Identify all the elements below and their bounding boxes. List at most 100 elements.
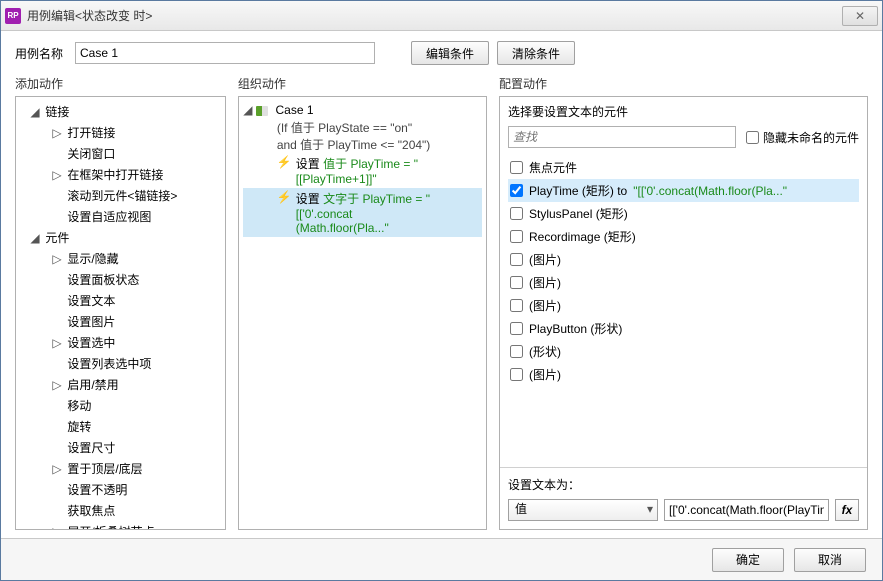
tree-action-item[interactable]: ▷ 打开链接 bbox=[18, 122, 223, 143]
close-button[interactable]: ✕ bbox=[842, 6, 878, 26]
widget-checkbox[interactable] bbox=[510, 276, 523, 289]
tree-action-item[interactable]: • 设置不透明 bbox=[18, 479, 223, 500]
hide-unnamed-checkbox[interactable] bbox=[746, 131, 759, 144]
tree-action-item[interactable]: • 获取焦点 bbox=[18, 500, 223, 521]
widget-checkbox[interactable] bbox=[510, 322, 523, 335]
app-icon: RP bbox=[5, 8, 21, 24]
tree-action-label: 设置文本 bbox=[65, 293, 117, 309]
cancel-button[interactable]: 取消 bbox=[794, 548, 866, 572]
configure-action-panel: 选择要设置文本的元件 隐藏未命名的元件 焦点元件 PlayTime (矩形) to… bbox=[499, 96, 868, 530]
case-name-row: 用例名称 编辑条件 清除条件 bbox=[1, 31, 882, 75]
caret-spacer: • bbox=[52, 483, 62, 497]
widget-label: (图片) bbox=[529, 251, 561, 268]
tree-action-item[interactable]: • 设置尺寸 bbox=[18, 437, 223, 458]
tree-action-item[interactable]: ▷ 在框架中打开链接 bbox=[18, 164, 223, 185]
hide-unnamed-toggle[interactable]: 隐藏未命名的元件 bbox=[746, 129, 859, 146]
widget-checkbox-row[interactable]: Recordimage (矩形) bbox=[508, 225, 859, 248]
tree-action-item[interactable]: • 旋转 bbox=[18, 416, 223, 437]
expand-caret-icon[interactable]: ◢ bbox=[243, 103, 253, 117]
expand-caret-icon[interactable]: ▷ bbox=[52, 126, 62, 140]
cfg-header: 选择要设置文本的元件 bbox=[500, 97, 867, 126]
caret-spacer: • bbox=[52, 399, 62, 413]
ok-button[interactable]: 确定 bbox=[712, 548, 784, 572]
widget-checkbox[interactable] bbox=[510, 230, 523, 243]
caret-spacer: • bbox=[52, 189, 62, 203]
clear-condition-button[interactable]: 清除条件 bbox=[497, 41, 575, 65]
expand-caret-icon[interactable]: ◢ bbox=[30, 231, 40, 245]
widget-checkbox[interactable] bbox=[510, 345, 523, 358]
tree-group[interactable]: ◢ 元件 bbox=[18, 227, 223, 248]
organize-action-panel[interactable]: ◢ Case 1 (If 值于 PlayState == "on" and 值于… bbox=[238, 96, 487, 530]
org-condition-line: and 值于 PlayTime <= "204") bbox=[243, 136, 482, 153]
case-icon bbox=[256, 106, 268, 116]
caret-spacer: • bbox=[52, 273, 62, 287]
widget-checkbox[interactable] bbox=[510, 184, 523, 197]
widget-checkbox[interactable] bbox=[510, 253, 523, 266]
caret-spacer: • bbox=[52, 441, 62, 455]
close-icon: ✕ bbox=[855, 9, 865, 23]
titlebar: RP 用例编辑<状态改变 时> ✕ bbox=[1, 1, 882, 31]
widget-checkbox-row[interactable]: StylusPanel (矩形) bbox=[508, 202, 859, 225]
widget-label: Recordimage (矩形) bbox=[529, 228, 636, 245]
org-condition-line: (If 值于 PlayState == "on" bbox=[243, 119, 482, 136]
configure-action-label: 配置动作 bbox=[499, 75, 868, 92]
widget-label: (图片) bbox=[529, 297, 561, 314]
widget-label: StylusPanel (矩形) bbox=[529, 205, 628, 222]
widget-checkbox-row[interactable]: (图片) bbox=[508, 294, 859, 317]
widget-checkbox-row[interactable]: PlayTime (矩形) to "[['0'.concat(Math.floo… bbox=[508, 179, 859, 202]
tree-action-item[interactable]: • 设置文本 bbox=[18, 290, 223, 311]
tree-action-item[interactable]: • 设置自适应视图 bbox=[18, 206, 223, 227]
tree-action-item[interactable]: ▷ 置于顶层/底层 bbox=[18, 458, 223, 479]
widget-checkbox-row[interactable]: (图片) bbox=[508, 363, 859, 386]
widget-label: (图片) bbox=[529, 366, 561, 383]
caret-spacer: • bbox=[52, 315, 62, 329]
tree-action-item[interactable]: ▷ 设置选中 bbox=[18, 332, 223, 353]
widget-checkbox-row[interactable]: PlayButton (形状) bbox=[508, 317, 859, 340]
expand-caret-icon[interactable]: ▷ bbox=[52, 462, 62, 476]
tree-action-label: 移动 bbox=[65, 398, 93, 414]
org-action-set-text[interactable]: ⚡ 设置 文字于 PlayTime = "[['0'.concat (Math.… bbox=[243, 188, 482, 237]
tree-action-item[interactable]: • 设置列表选中项 bbox=[18, 353, 223, 374]
case-name-label: 用例名称 bbox=[15, 45, 63, 62]
expand-caret-icon[interactable]: ▷ bbox=[52, 378, 62, 392]
org-case-node[interactable]: ◢ Case 1 bbox=[243, 101, 482, 119]
tree-action-label: 置于顶层/底层 bbox=[65, 461, 144, 477]
tree-action-item[interactable]: • 关闭窗口 bbox=[18, 143, 223, 164]
bolt-icon: ⚡ bbox=[277, 190, 292, 204]
tree-action-item[interactable]: ▷ 启用/禁用 bbox=[18, 374, 223, 395]
org-action-set-value[interactable]: ⚡ 设置 值于 PlayTime = "[[PlayTime+1]]" bbox=[243, 153, 482, 188]
text-value-input[interactable] bbox=[664, 499, 829, 521]
organize-action-column: 组织动作 ◢ Case 1 (If 值于 PlayState == "on" a… bbox=[238, 75, 487, 530]
widget-checkbox-row[interactable]: (图片) bbox=[508, 271, 859, 294]
widget-search-input[interactable] bbox=[508, 126, 736, 148]
tree-action-item[interactable]: ▷ 展开/折叠树节点 bbox=[18, 521, 223, 530]
expand-caret-icon[interactable]: ▷ bbox=[52, 252, 62, 266]
widget-label: 焦点元件 bbox=[529, 159, 577, 176]
expand-caret-icon[interactable]: ▷ bbox=[52, 525, 62, 530]
expand-caret-icon[interactable]: ▷ bbox=[52, 336, 62, 350]
tree-action-item[interactable]: • 设置图片 bbox=[18, 311, 223, 332]
tree-action-label: 设置不透明 bbox=[65, 482, 129, 498]
widget-checkbox[interactable] bbox=[510, 368, 523, 381]
widget-checkbox-row[interactable]: (图片) bbox=[508, 248, 859, 271]
expand-caret-icon[interactable]: ▷ bbox=[52, 168, 62, 182]
tree-group[interactable]: ◢ 链接 bbox=[18, 101, 223, 122]
widget-checkbox-row[interactable]: (形状) bbox=[508, 340, 859, 363]
edit-condition-button[interactable]: 编辑条件 bbox=[411, 41, 489, 65]
expand-caret-icon[interactable]: ◢ bbox=[30, 105, 40, 119]
tree-action-label: 启用/禁用 bbox=[65, 377, 120, 393]
tree-action-item[interactable]: • 移动 bbox=[18, 395, 223, 416]
case-name-input[interactable] bbox=[75, 42, 375, 64]
configure-action-column: 配置动作 选择要设置文本的元件 隐藏未命名的元件 焦点元件 PlayTime (矩… bbox=[499, 75, 868, 530]
text-type-select[interactable]: 值 bbox=[508, 499, 658, 521]
widget-checkbox[interactable] bbox=[510, 299, 523, 312]
tree-action-label: 显示/隐藏 bbox=[65, 251, 120, 267]
tree-action-item[interactable]: ▷ 显示/隐藏 bbox=[18, 248, 223, 269]
widget-checkbox[interactable] bbox=[510, 207, 523, 220]
tree-action-item[interactable]: • 滚动到元件<锚链接> bbox=[18, 185, 223, 206]
add-action-panel[interactable]: ◢ 链接▷ 打开链接• 关闭窗口▷ 在框架中打开链接• 滚动到元件<锚链接>• … bbox=[15, 96, 226, 530]
widget-checkbox-row[interactable]: 焦点元件 bbox=[508, 156, 859, 179]
widget-checkbox[interactable] bbox=[510, 161, 523, 174]
tree-action-item[interactable]: • 设置面板状态 bbox=[18, 269, 223, 290]
fx-button[interactable]: fx bbox=[835, 499, 859, 521]
